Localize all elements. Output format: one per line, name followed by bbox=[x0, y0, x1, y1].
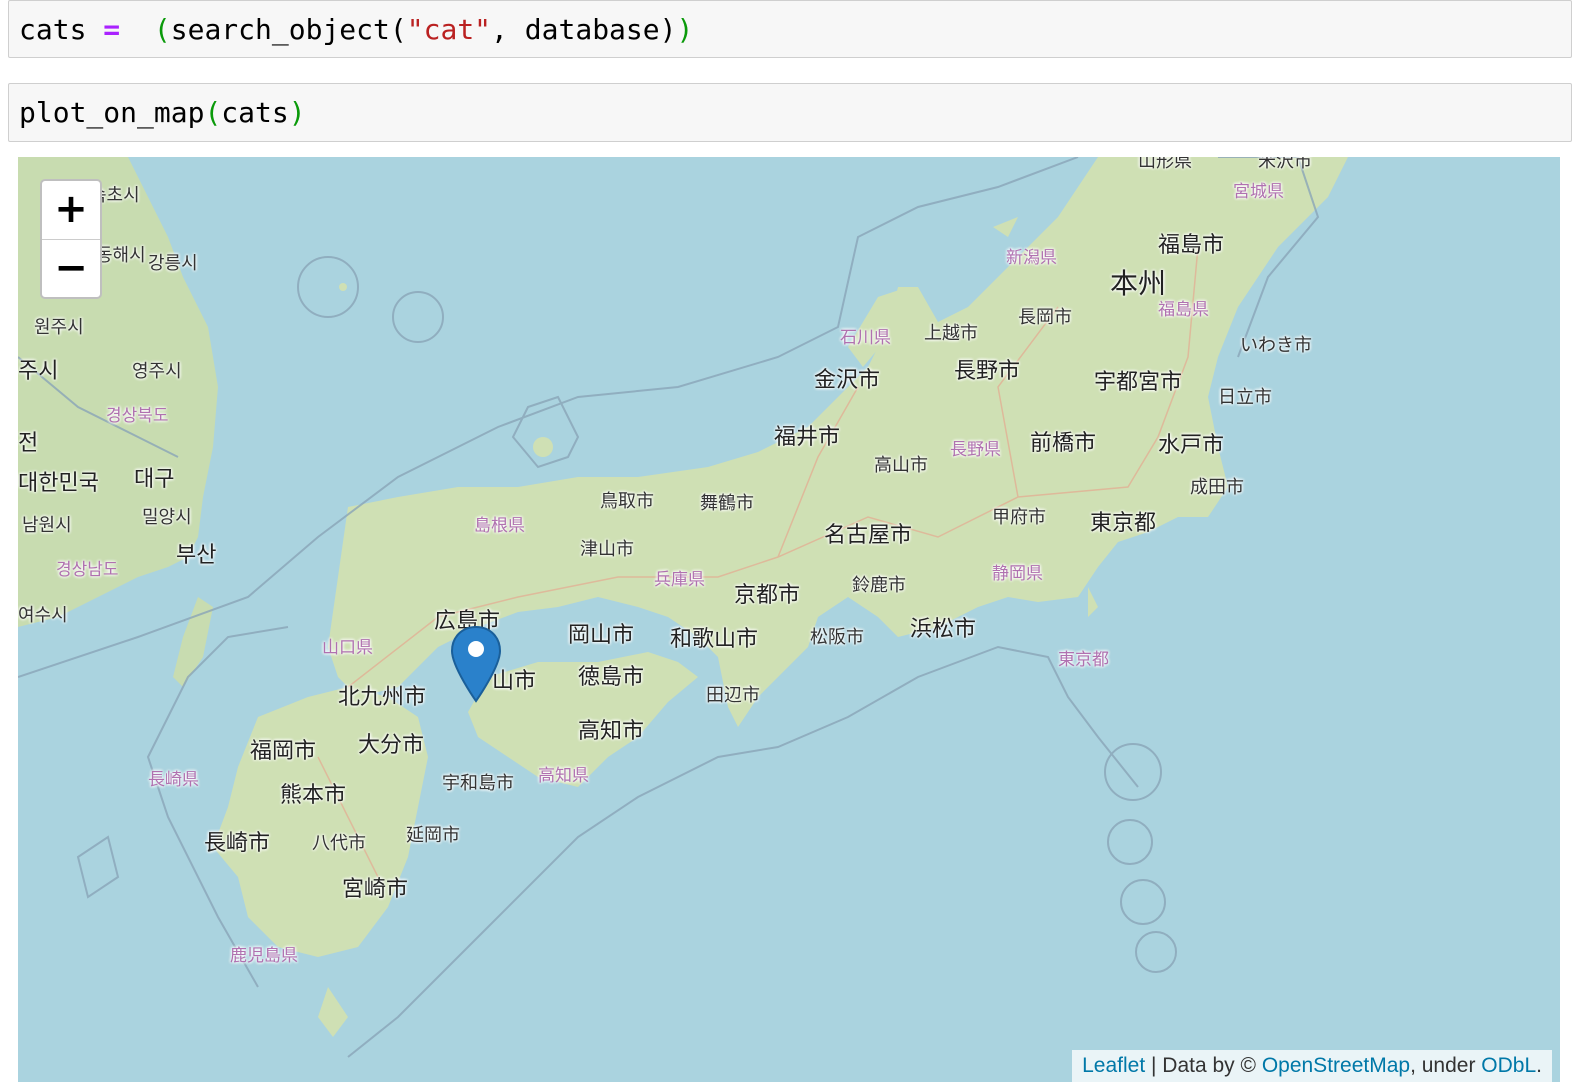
map-label: 延岡市 bbox=[406, 825, 460, 846]
map-label: 東京都 bbox=[1058, 650, 1109, 670]
map-label: 八代市 bbox=[312, 833, 366, 854]
map-label: 영주시 bbox=[132, 361, 182, 382]
map-label: 北九州市 bbox=[338, 685, 427, 710]
map-label: 徳島市 bbox=[578, 665, 645, 690]
map-label: 宇和島市 bbox=[442, 773, 514, 794]
map-label: 岡山市 bbox=[568, 623, 635, 648]
map-label: 宇都宮市 bbox=[1094, 370, 1183, 395]
map-label: 대구 bbox=[134, 467, 175, 492]
map-label: 舞鶴市 bbox=[700, 493, 754, 514]
map-label: 宮城県 bbox=[1233, 182, 1284, 202]
map-label: 甲府市 bbox=[992, 507, 1046, 528]
map-label: 前橋市 bbox=[1030, 431, 1097, 456]
map-label: 福島県 bbox=[1158, 300, 1209, 320]
map-label: 田辺市 bbox=[706, 685, 760, 706]
map-label: 長崎市 bbox=[204, 831, 271, 856]
map-label: 山形県 bbox=[1138, 157, 1192, 172]
map-label: 山口県 bbox=[322, 638, 373, 658]
map-label: 밀양시 bbox=[142, 507, 192, 528]
string-literal: "cat" bbox=[406, 13, 492, 46]
leaflet-link[interactable]: Leaflet bbox=[1082, 1054, 1145, 1077]
map-label: 宮崎市 bbox=[342, 877, 409, 902]
map-label: 원주시 bbox=[34, 317, 84, 338]
map-label: 新潟県 bbox=[1006, 248, 1057, 268]
code-cell-1[interactable]: cats = (search_object("cat", database)) bbox=[8, 0, 1572, 58]
map-label: 長野県 bbox=[950, 440, 1001, 460]
map-label: いわき市 bbox=[1240, 335, 1312, 356]
map-label: 부산 bbox=[176, 543, 217, 568]
map-label: 熊本市 bbox=[280, 783, 347, 808]
map-label: 鈴鹿市 bbox=[852, 575, 906, 596]
map-label: 米沢市 bbox=[1258, 157, 1312, 172]
code-text: cats = (search_object("cat", database)) bbox=[19, 13, 694, 46]
map-label: 日立市 bbox=[1218, 387, 1272, 408]
map-label: 東京都 bbox=[1090, 511, 1157, 536]
leaflet-map[interactable]: 山形県 米沢市 宮城県 속초시 강릉시 동해시 新潟県 福島市 本州 福島県 원… bbox=[18, 157, 1560, 1082]
map-label: 大分市 bbox=[358, 733, 425, 758]
map-label: 남원시 bbox=[22, 515, 72, 536]
map-label: 静岡県 bbox=[992, 564, 1043, 584]
map-label: 주시 bbox=[18, 359, 59, 384]
map-label: 京都市 bbox=[734, 583, 801, 608]
map-label: 石川県 bbox=[840, 328, 891, 348]
code-text: plot_on_map(cats) bbox=[19, 96, 306, 129]
code-cell-2[interactable]: plot_on_map(cats) bbox=[8, 83, 1572, 142]
map-label: 福井市 bbox=[774, 425, 841, 450]
map-label: 高山市 bbox=[874, 455, 928, 476]
zoom-in-button[interactable]: + bbox=[42, 181, 100, 240]
map-label: 高知市 bbox=[578, 719, 645, 744]
map-marker-icon[interactable] bbox=[450, 625, 502, 705]
map-label: 동해시 bbox=[96, 245, 146, 266]
map-label: 경상북도 bbox=[106, 406, 169, 426]
map-label: 여수시 bbox=[18, 605, 68, 626]
zoom-out-button[interactable]: − bbox=[42, 240, 100, 298]
map-attribution: Leaflet | Data by © OpenStreetMap, under… bbox=[1072, 1050, 1552, 1082]
map-label: 강릉시 bbox=[148, 253, 198, 274]
map-label: 鳥取市 bbox=[600, 491, 654, 512]
map-label: 長野市 bbox=[954, 359, 1021, 384]
map-label: 金沢市 bbox=[814, 368, 881, 393]
map-label: 長岡市 bbox=[1018, 307, 1072, 328]
map-label: 福島市 bbox=[1158, 233, 1225, 258]
map-label: 浜松市 bbox=[910, 617, 977, 642]
map-label: 경상남도 bbox=[56, 560, 119, 580]
map-label: 松阪市 bbox=[810, 627, 864, 648]
map-label: 高知県 bbox=[538, 766, 589, 786]
assign-operator: = bbox=[103, 13, 121, 46]
map-label: 上越市 bbox=[924, 323, 978, 344]
map-label: 津山市 bbox=[580, 539, 634, 560]
odbl-link[interactable]: ODbL bbox=[1481, 1054, 1536, 1077]
openstreetmap-link[interactable]: OpenStreetMap bbox=[1262, 1054, 1410, 1077]
map-label: 兵庫県 bbox=[654, 570, 705, 590]
map-label: 鹿児島県 bbox=[230, 946, 298, 966]
map-label: 水戸市 bbox=[1158, 433, 1225, 458]
map-label: 전 bbox=[18, 431, 39, 456]
map-label: 島根県 bbox=[474, 516, 525, 536]
map-label: 名古屋市 bbox=[824, 523, 913, 548]
map-label: 福岡市 bbox=[250, 739, 317, 764]
map-label: 和歌山市 bbox=[670, 627, 759, 652]
map-label: 成田市 bbox=[1190, 477, 1244, 498]
zoom-control: + − bbox=[40, 179, 102, 299]
map-label: 대한민국 bbox=[18, 471, 99, 496]
map-label: 長崎県 bbox=[148, 770, 199, 790]
